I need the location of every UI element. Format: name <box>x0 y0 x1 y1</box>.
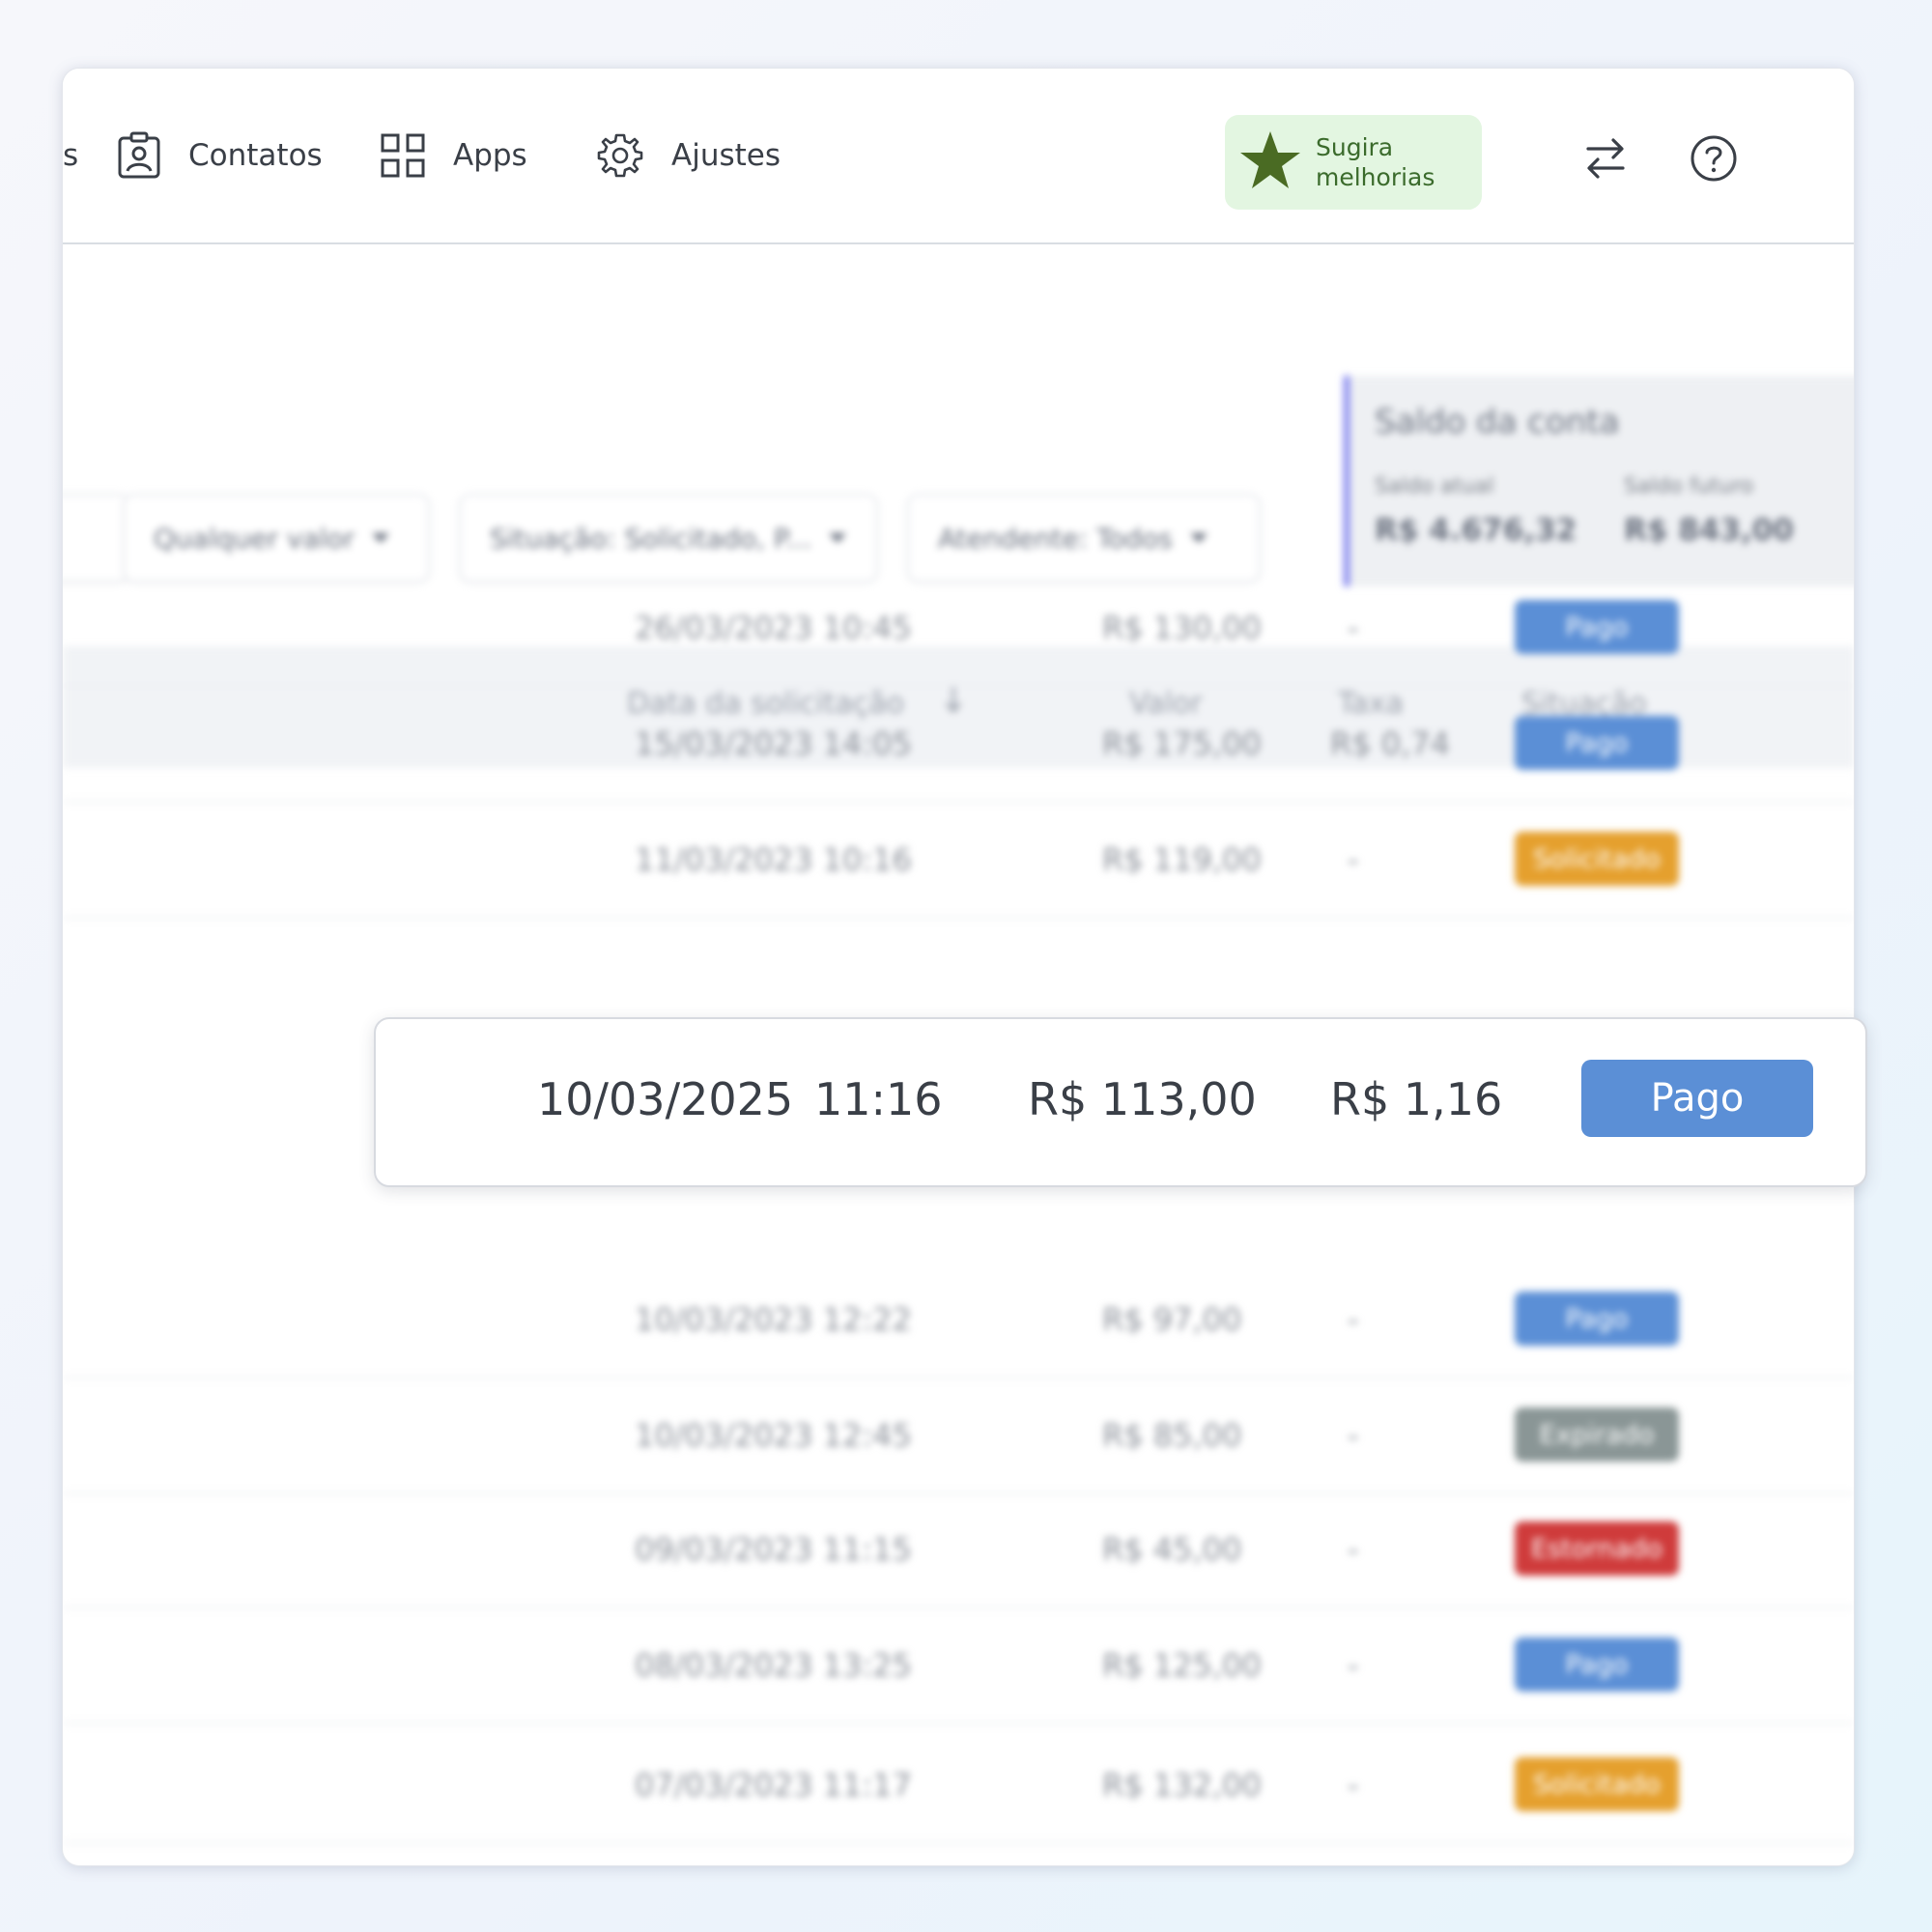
table-row[interactable]: 10/03/2023 12:22 R$ 97,00 - Pago <box>63 1261 1854 1378</box>
table-row[interactable]: 07/03/2023 11:17 R$ 132,00 - Solicitado <box>63 1726 1854 1844</box>
filter-atendente-label: Atendente: Todos <box>938 522 1173 554</box>
cell-valor: R$ 85,00 <box>1102 1417 1242 1454</box>
suggest-label: Sugira melhorias <box>1316 133 1435 191</box>
nav-item-contatos[interactable]: Contatos <box>117 69 323 242</box>
status-badge: Solicitado <box>1515 832 1679 886</box>
caret-down-icon <box>829 533 847 543</box>
cell-data: 10/03/2023 12:22 <box>635 1301 912 1338</box>
nav-item-partial[interactable]: s <box>63 69 78 242</box>
cell-taxa: - <box>1348 1531 1359 1568</box>
nav-item-ajustes[interactable]: Ajustes <box>596 69 781 242</box>
caret-down-icon <box>372 533 390 543</box>
table-row[interactable]: 08/03/2023 13:25 R$ 125,00 - Pago <box>63 1606 1854 1724</box>
suggest-improvements-button[interactable]: Sugira melhorias <box>1225 115 1482 210</box>
filter-valor-label: Qualquer valor <box>154 522 355 554</box>
cell-data: 09/03/2023 11:15 <box>635 1531 912 1568</box>
cell-data: 10/03/2023 12:45 <box>635 1417 912 1454</box>
nav-ajustes-label: Ajustes <box>671 138 781 173</box>
table-row[interactable]: 09/03/2023 11:15 R$ 45,00 - Estornado <box>63 1491 1854 1608</box>
saldo-futuro-label: Saldo futuro <box>1624 474 1754 498</box>
status-badge: Pago <box>1515 1292 1679 1346</box>
highlight-date: 10/03/2025 <box>537 1073 794 1125</box>
cell-valor: R$ 132,00 <box>1102 1767 1262 1804</box>
status-badge: Pago <box>1515 600 1679 654</box>
status-badge: Pago <box>1515 716 1679 770</box>
cell-taxa: - <box>1348 1301 1359 1338</box>
cell-taxa: - <box>1348 1647 1359 1684</box>
highlight-taxa: R$ 1,16 <box>1330 1073 1503 1125</box>
cell-taxa: - <box>1348 610 1359 646</box>
saldo-atual-value: R$ 4.676,32 <box>1375 513 1577 548</box>
cell-data: 11/03/2023 10:16 <box>635 841 912 878</box>
table-row[interactable]: 10/03/2023 12:45 R$ 85,00 - Expirado <box>63 1377 1854 1494</box>
cell-valor: R$ 130,00 <box>1102 610 1262 646</box>
filter-situacao-label: Situação: Solicitado, P... <box>490 522 812 554</box>
contacts-badge-icon <box>117 131 161 180</box>
cell-data: 26/03/2023 10:45 <box>635 610 912 646</box>
table-row[interactable]: 15/03/2023 14:05 R$ 175,00 R$ 0,74 Pago <box>63 685 1854 803</box>
apps-grid-icon <box>380 132 426 179</box>
nav-contatos-label: Contatos <box>188 138 323 173</box>
help-circle-icon <box>1690 134 1738 186</box>
status-badge: Estornado <box>1515 1521 1679 1576</box>
highlight-status-badge[interactable]: Pago <box>1581 1060 1813 1137</box>
status-badge: Expirado <box>1515 1407 1679 1462</box>
cell-valor: R$ 125,00 <box>1102 1647 1262 1684</box>
cell-valor: R$ 97,00 <box>1102 1301 1242 1338</box>
cell-taxa: - <box>1348 841 1359 878</box>
table-row[interactable]: 06/03/2023 12:32R$ 123,00-Pago <box>63 1842 1854 1865</box>
cell-data: 15/03/2023 14:05 <box>635 725 912 762</box>
status-badge: Solicitado <box>1515 1757 1679 1811</box>
app-window: s Contatos Apps Ajustes Sugira melhorias… <box>62 68 1855 1866</box>
table-row[interactable]: 11/03/2023 10:16 R$ 119,00 - Solicitado <box>63 801 1854 919</box>
caret-down-icon <box>1189 533 1208 543</box>
star-icon <box>1238 129 1302 195</box>
settings-gear-icon <box>596 131 644 180</box>
swap-arrows-icon <box>1584 136 1627 185</box>
nav-partial-label: s <box>63 138 79 173</box>
cell-taxa: - <box>1348 1767 1359 1804</box>
cell-valor: R$ 175,00 <box>1102 725 1262 762</box>
cell-taxa: R$ 0,74 <box>1330 725 1451 762</box>
cell-valor: R$ 119,00 <box>1102 841 1262 878</box>
saldo-panel: Saldo da conta Saldo atual R$ 4.676,32 S… <box>1344 376 1854 586</box>
saldo-atual-label: Saldo atual <box>1375 474 1494 498</box>
swap-account-button[interactable] <box>1572 127 1639 194</box>
cell-data: 08/03/2023 13:25 <box>635 1647 912 1684</box>
help-button[interactable] <box>1680 127 1747 194</box>
table-row[interactable]: 26/03/2023 10:45 R$ 130,00 - Pago <box>63 569 1854 687</box>
saldo-title: Saldo da conta <box>1375 403 1620 441</box>
highlight-valor: R$ 113,00 <box>1028 1073 1257 1125</box>
nav-item-apps[interactable]: Apps <box>380 69 527 242</box>
nav-apps-label: Apps <box>453 138 527 173</box>
cell-valor: R$ 45,00 <box>1102 1531 1242 1568</box>
cell-taxa: - <box>1348 1417 1359 1454</box>
highlighted-transaction-row[interactable]: 10/03/2025 11:16 R$ 113,00 R$ 1,16 Pago <box>374 1017 1867 1187</box>
status-badge: Pago <box>1515 1637 1679 1691</box>
saldo-futuro-value: R$ 843,00 <box>1624 513 1794 548</box>
top-nav: s Contatos Apps Ajustes Sugira melhorias <box>63 69 1854 244</box>
cell-data: 07/03/2023 11:17 <box>635 1767 912 1804</box>
highlight-time: 11:16 <box>814 1073 943 1125</box>
